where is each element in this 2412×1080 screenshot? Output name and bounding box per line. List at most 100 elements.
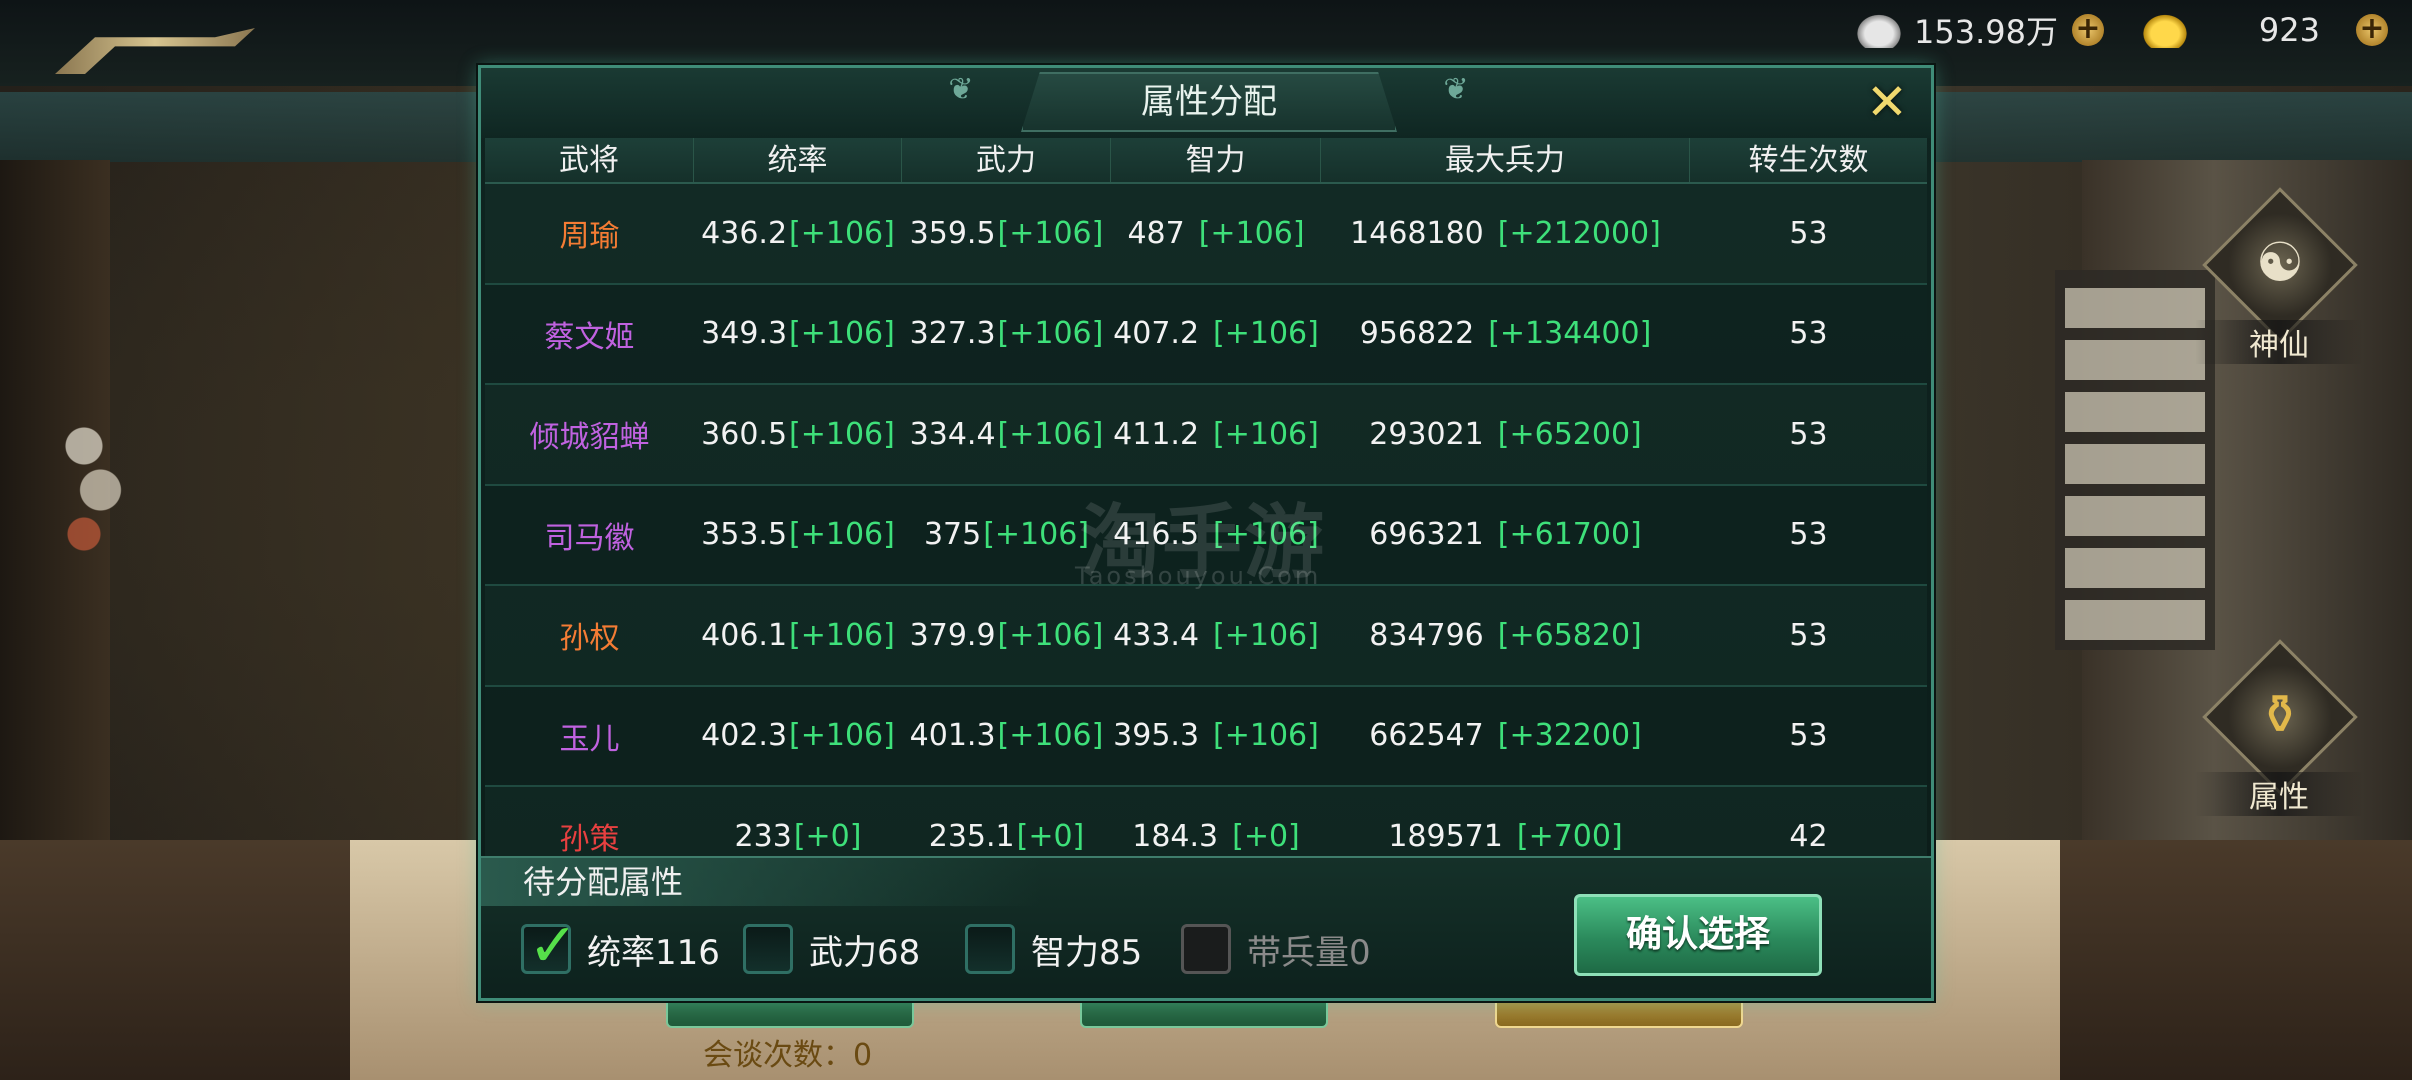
force-cell: 379.9[+106] [902,618,1111,653]
general-name-text: 倾城貂蝉 [529,420,650,456]
command-bonus: [+106] [789,718,895,754]
max-troops-value: 696321 [1369,517,1484,553]
title-ornament-right-icon: ❦ [1443,72,1469,107]
command-value: 360.5 [701,416,788,452]
force-value: 401.3 [909,718,996,754]
force-value: 359.5 [909,215,996,251]
max-troops-value: 189571 [1388,818,1503,854]
intelligence-bonus: [+106] [1213,617,1319,653]
intelligence-value: 395.3 [1113,718,1200,754]
watermark-sub: Taoshouyou.Com [1075,562,1322,590]
attribute-button[interactable]: ⚱ 属性 [2195,639,2363,816]
general-name-text: 蔡文姬 [544,319,635,355]
force-bonus: [+106] [997,718,1104,754]
rebirth-count-cell: 42 [1690,819,1927,854]
resource-bar: 153.98万 + 923 + [1854,8,2412,52]
troops-checkbox[interactable] [1181,924,1231,974]
table-row[interactable]: 周瑜 436.2[+106] 359.5[+106] 487 [+106] 1468180… [485,184,1927,285]
header-max-troops: 最大兵力 [1321,138,1690,182]
intelligence-bonus: [+106] [1213,718,1319,754]
table-row[interactable]: 玉儿 402.3[+106] 401.3[+106] 395.3 [+106] 66254… [485,686,1927,787]
max-troops-bonus: [+32200] [1497,718,1642,754]
intelligence-label: 智力85 [1031,932,1143,973]
rebirth-count-cell: 53 [1690,216,1927,251]
command-bonus: [+106] [789,316,895,352]
force-value: 327.3 [909,316,996,352]
silver-value: 153.98万 [1914,13,2058,51]
general-name-text: 玉儿 [559,721,620,757]
gold-ingot-icon [2140,12,2190,48]
header-intelligence: 智力 [1111,138,1321,182]
general-name: 孙权 [485,613,694,657]
max-troops-cell: 1468180 [+212000] [1321,216,1690,251]
command-value: 349.3 [701,316,788,352]
force-checkbox[interactable] [743,924,793,974]
allocation-title: 待分配属性 [523,863,684,901]
command-bonus: [+106] [789,617,895,653]
max-troops-cell: 189571 [+700] [1321,819,1690,854]
option-troops[interactable]: 带兵量0 [1181,922,1371,976]
force-value: 334.4 [909,416,996,452]
max-troops-value: 956822 [1359,316,1475,352]
rebirth-count-value: 53 [1789,517,1828,553]
rebirth-count-cell: 53 [1690,718,1927,753]
force-cell: 334.4[+106] [902,417,1111,452]
rebirth-count-value: 53 [1789,316,1828,352]
max-troops-bonus: [+700] [1516,818,1623,854]
max-troops-cell: 696321 [+61700] [1321,517,1690,552]
intelligence-bonus: [+106] [1213,316,1319,352]
command-value: 436.2 [701,215,788,251]
intelligence-cell: 433.4 [+106] [1111,618,1321,653]
header-general: 武将 [485,138,694,182]
table-row[interactable]: 倾城貂蝉 360.5[+106] 334.4[+106] 411.2 [+106] 293… [485,385,1927,486]
force-value: 235.1 [928,818,1015,854]
general-name: 周瑜 [485,211,694,255]
max-troops-bonus: [+65820] [1497,617,1642,653]
force-value: 379.9 [909,617,996,653]
max-troops-bonus: [+212000] [1497,215,1661,251]
rebirth-count-cell: 53 [1690,316,1927,351]
add-gold-button[interactable]: + [2356,14,2388,46]
intelligence-cell: 395.3 [+106] [1111,718,1321,753]
option-intelligence[interactable]: 智力85 [965,922,1142,976]
intelligence-checkbox[interactable] [965,924,1015,974]
add-silver-button[interactable]: + [2072,14,2104,46]
intelligence-cell: 407.2 [+106] [1111,316,1321,351]
confirm-selection-button[interactable]: 确认选择 [1574,894,1822,976]
header-rebirth-count: 转生次数 [1748,143,1869,178]
silver-ingot-icon [1854,12,1905,48]
command-checkbox[interactable]: ✓ [521,911,578,981]
force-cell: 235.1[+0] [902,819,1111,854]
rebirth-count-value: 53 [1789,617,1828,653]
immortal-button[interactable]: ☯ 神仙 [2195,187,2363,364]
command-bonus: [+106] [789,416,895,452]
max-troops-value: 834796 [1369,617,1484,653]
scene-lattice-window [2055,270,2215,650]
attribute-label: 属性 [2195,772,2363,816]
troops-label: 带兵量0 [1247,932,1371,973]
pending-allocation-panel: 待分配属性 ✓ 统率116 武力68 智力85 带兵量0 确认选择 [481,856,1931,998]
intelligence-value: 433.4 [1113,617,1200,653]
option-force[interactable]: 武力68 [743,922,920,976]
option-command[interactable]: ✓ 统率116 [521,911,720,981]
rebirth-count-cell: 53 [1690,517,1927,552]
intelligence-bonus: [+0] [1232,818,1300,854]
rebirth-count-cell: 53 [1690,618,1927,653]
header-command: 统率 [694,138,902,182]
table-row[interactable]: 孙权 406.1[+106] 379.9[+106] 433.4 [+106] 83479… [485,586,1927,687]
general-name: 玉儿 [485,714,694,758]
intelligence-bonus: [+106] [1198,215,1305,251]
max-troops-bonus: [+134400] [1488,316,1652,352]
command-value: 233 [734,818,792,854]
intelligence-value: 487 [1127,215,1185,251]
intelligence-value: 184.3 [1132,818,1219,854]
bronze-vessel-icon: ⚱ [2257,683,2303,746]
command-cell: 436.2[+106] [694,216,902,251]
force-cell: 359.5[+106] [902,216,1111,251]
close-icon[interactable]: ✕ [1861,76,1913,128]
table-row[interactable]: 蔡文姬 349.3[+106] 327.3[+106] 407.2 [+106] 9568… [485,284,1927,385]
force-bonus: [+106] [997,416,1104,452]
force-bonus: [+106] [997,316,1104,352]
general-name: 蔡文姬 [485,312,694,356]
force-cell: 327.3[+106] [902,316,1111,351]
